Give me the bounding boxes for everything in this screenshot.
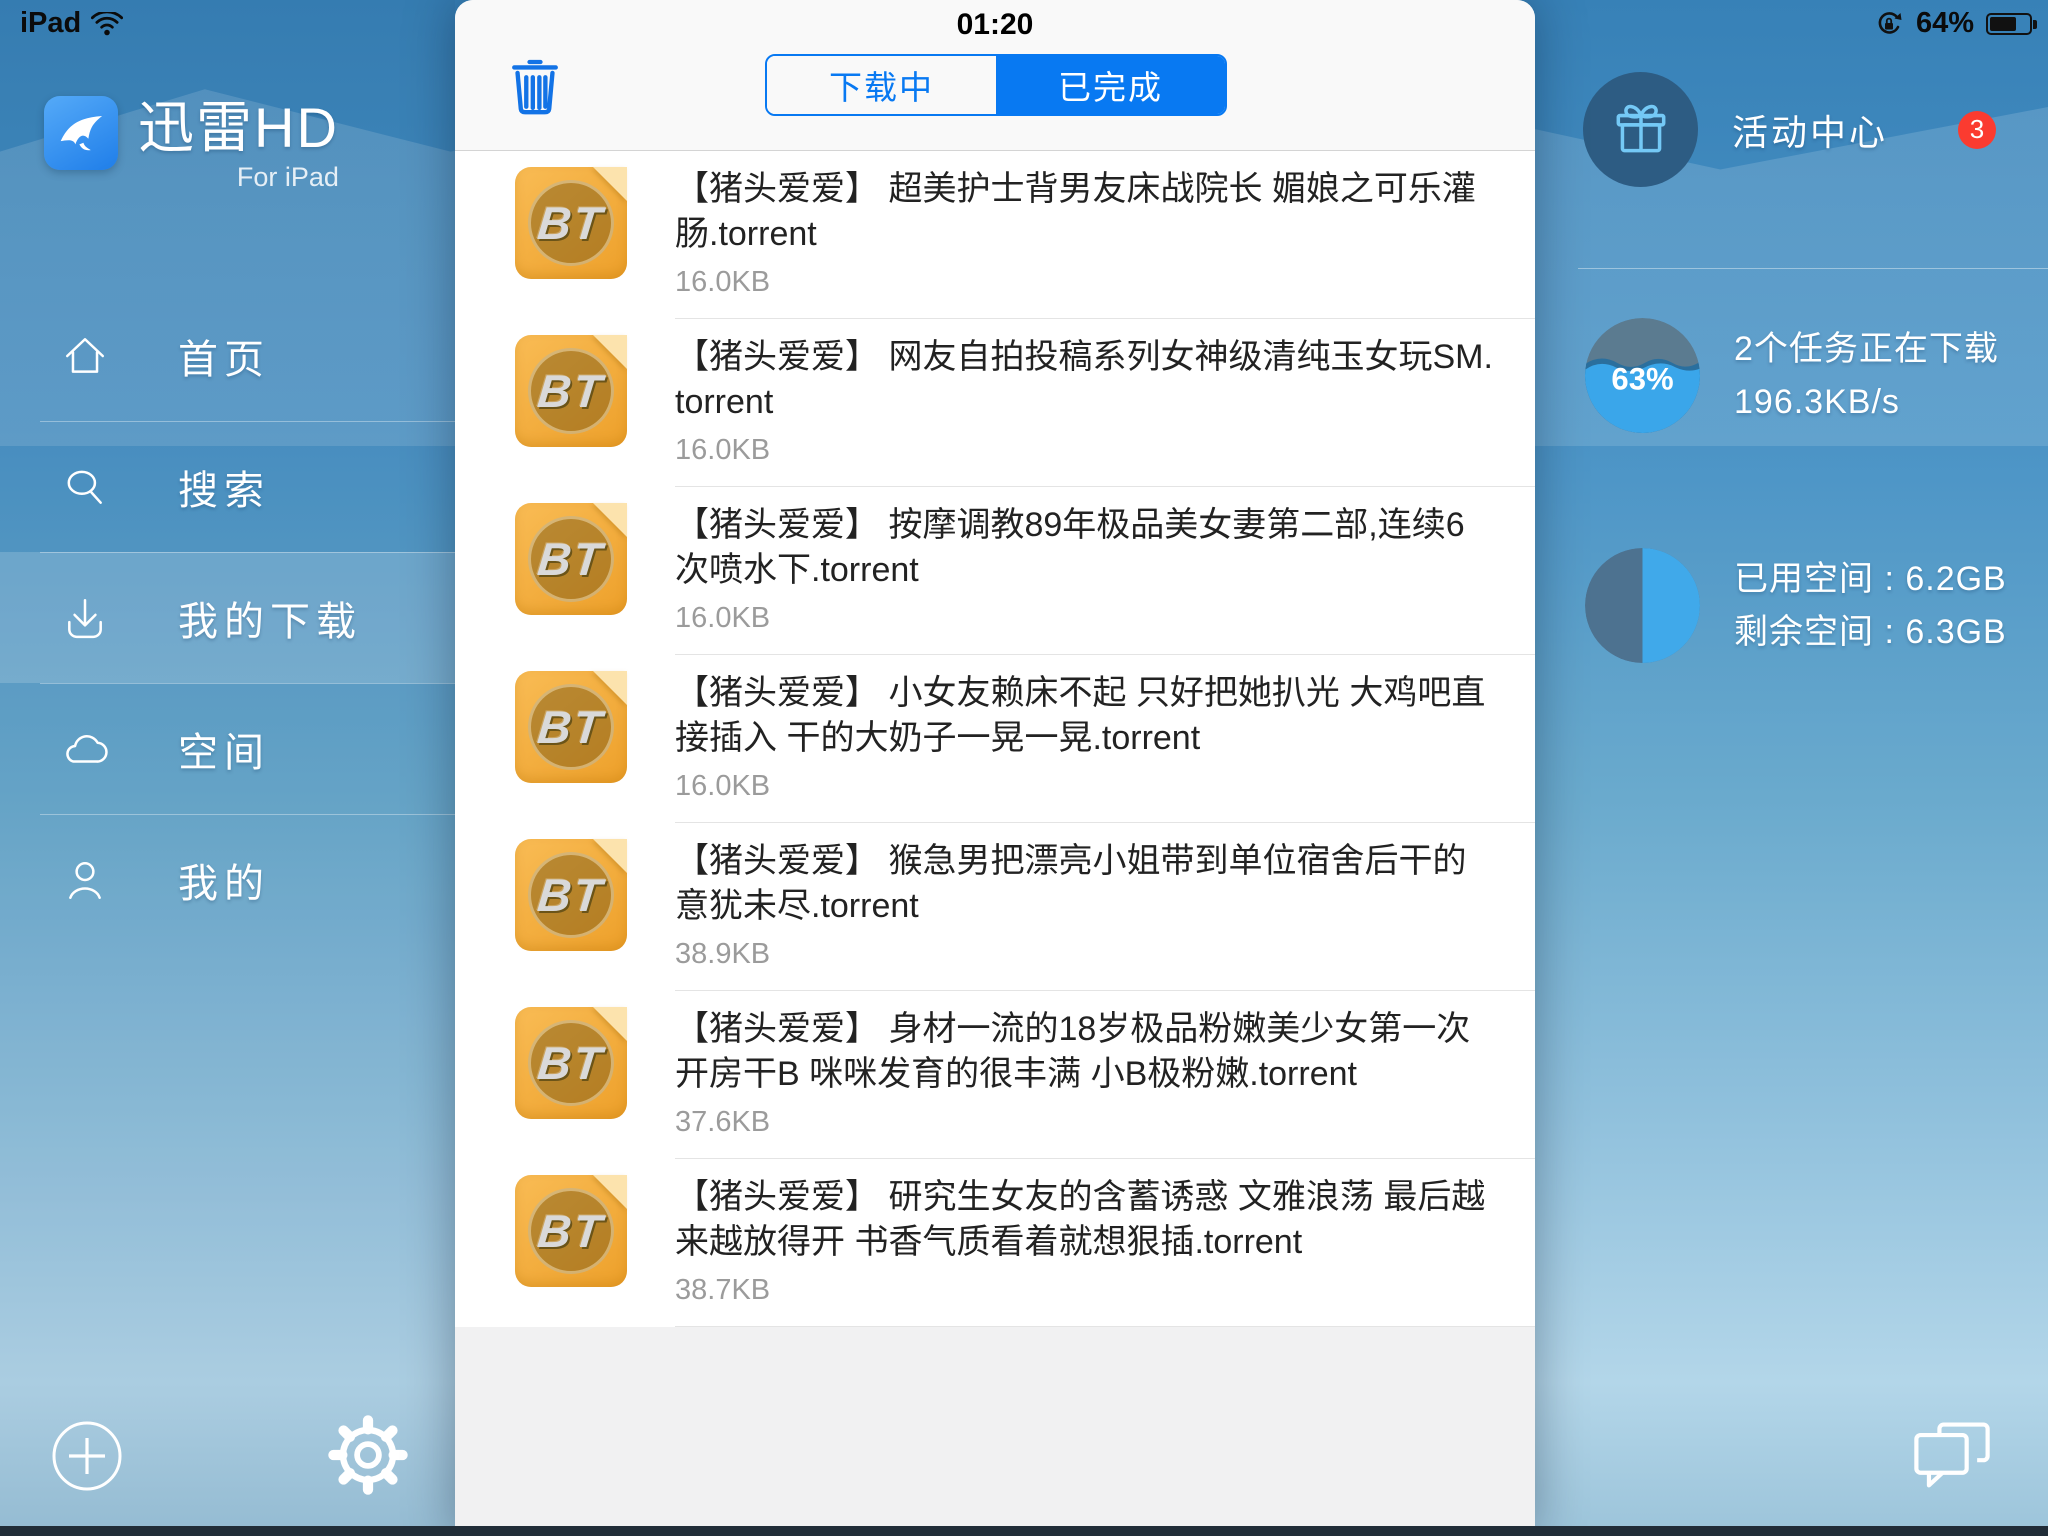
sidebar-item-space[interactable]: 空间 <box>0 683 455 814</box>
sidebar-item-home[interactable]: 首页 <box>0 290 455 421</box>
right-panel-divider <box>1578 268 2048 269</box>
storage-free-label: 剩余空间 : 6.3GB <box>1734 606 2007 659</box>
download-item[interactable]: BT 【猪头爱爱】 网友自拍投稿系列女神级清纯玉女玩SM.torrent 16.… <box>455 319 1535 487</box>
torrent-file-icon: BT <box>515 671 627 783</box>
chat-bubbles-icon[interactable] <box>1908 1418 1996 1494</box>
torrent-title: 【猪头爱爱】 网友自拍投稿系列女神级清纯玉女玩SM.torrent <box>675 335 1495 425</box>
right-panel: 活动中心 3 63% 2个任务正在下载 196.3KB/s 已用空间 : 6.2… <box>1535 0 2048 1536</box>
cloud-icon <box>62 726 108 772</box>
sidebar-item-search[interactable]: 搜索 <box>0 421 455 552</box>
activity-badge: 3 <box>1958 111 1996 149</box>
trash-icon[interactable] <box>511 56 559 116</box>
torrent-file-icon: BT <box>515 1175 627 1287</box>
battery-percent: 64% <box>1916 7 1974 40</box>
sidebar-item-my-downloads[interactable]: 我的下载 <box>0 552 455 683</box>
screen-bottom-strip <box>0 1526 2048 1536</box>
torrent-title: 【猪头爱爱】 超美护士背男友床战院长 媚娘之可乐灌肠.torrent <box>675 167 1495 257</box>
torrent-size: 38.9KB <box>675 938 1495 971</box>
torrent-file-icon: BT <box>515 335 627 447</box>
svg-text:63%: 63% <box>1611 361 1673 396</box>
torrent-size: 16.0KB <box>675 770 1495 803</box>
torrent-size: 38.7KB <box>675 1274 1495 1307</box>
download-item[interactable]: BT 【猪头爱爱】 超美护士背男友床战院长 媚娘之可乐灌肠.torrent 16… <box>455 151 1535 319</box>
device-label: iPad <box>20 7 81 40</box>
download-item[interactable]: BT 【猪头爱爱】 按摩调教89年极品美女妻第二部,连续6次喷水下.torren… <box>455 487 1535 655</box>
settings-gear-button[interactable] <box>327 1414 409 1496</box>
home-icon <box>62 333 108 379</box>
sidebar-item-me[interactable]: 我的 <box>0 814 455 945</box>
torrent-file-icon: BT <box>515 839 627 951</box>
gift-icon <box>1583 72 1698 187</box>
add-task-button[interactable] <box>51 1420 123 1492</box>
storage-status: 已用空间 : 6.2GB 剩余空间 : 6.3GB <box>1585 548 2007 663</box>
torrent-title: 【猪头爱爱】 猴急男把漂亮小姐带到单位宿舍后干的意犹未尽.torrent <box>675 839 1495 929</box>
torrent-size: 16.0KB <box>675 434 1495 467</box>
rotation-lock-icon <box>1874 9 1904 39</box>
torrent-title: 【猪头爱爱】 身材一流的18岁极品粉嫩美少女第一次开房干B 咪咪发育的很丰满 小… <box>675 1007 1495 1097</box>
app-logo: 迅雷HD For iPad <box>44 96 339 193</box>
download-item[interactable]: BT 【猪头爱爱】 身材一流的18岁极品粉嫩美少女第一次开房干B 咪咪发育的很丰… <box>455 991 1535 1159</box>
downloads-panel: 01:20 下载中 已完成 BT 【猪头爱爱】 超美护士背男友床战院长 媚娘之可… <box>455 0 1535 1536</box>
storage-pie-icon <box>1585 548 1700 663</box>
torrent-file-icon: BT <box>515 1007 627 1119</box>
download-icon <box>62 595 108 641</box>
download-list: BT 【猪头爱爱】 超美护士背男友床战院长 媚娘之可乐灌肠.torrent 16… <box>455 151 1535 1327</box>
download-item[interactable]: BT 【猪头爱爱】 猴急男把漂亮小姐带到单位宿舍后干的意犹未尽.torrent … <box>455 823 1535 991</box>
battery-icon <box>1986 13 2032 35</box>
activity-center[interactable]: 活动中心 3 <box>1583 72 2028 187</box>
active-tasks-status[interactable]: 63% 2个任务正在下载 196.3KB/s <box>1585 318 1999 433</box>
wifi-icon <box>91 12 123 36</box>
torrent-title: 【猪头爱爱】 按摩调教89年极品美女妻第二部,连续6次喷水下.torrent <box>675 503 1495 593</box>
user-icon <box>62 857 108 903</box>
activity-center-label: 活动中心 <box>1732 104 1888 156</box>
tab-downloading[interactable]: 下载中 <box>767 56 996 114</box>
download-item[interactable]: BT 【猪头爱爱】 小女友赖床不起 只好把她扒光 大鸡吧直接插入 干的大奶子一晃… <box>455 655 1535 823</box>
search-icon <box>62 464 108 510</box>
bird-logo-icon <box>44 96 118 170</box>
torrent-size: 16.0KB <box>675 266 1495 299</box>
progress-wave-icon: 63% <box>1585 318 1700 433</box>
tab-completed[interactable]: 已完成 <box>996 56 1225 114</box>
sidebar-menu: 首页 搜索 我的下载 空间 我的 <box>0 290 455 945</box>
torrent-file-icon: BT <box>515 167 627 279</box>
torrent-size: 16.0KB <box>675 602 1495 635</box>
tab-bar: 下载中 已完成 <box>765 54 1227 116</box>
torrent-title: 【猪头爱爱】 小女友赖床不起 只好把她扒光 大鸡吧直接插入 干的大奶子一晃一晃.… <box>675 671 1495 761</box>
download-item[interactable]: BT 【猪头爱爱】 研究生女友的含蓄诱惑 文雅浪荡 最后越来越放得开 书香气质看… <box>455 1159 1535 1327</box>
torrent-file-icon: BT <box>515 503 627 615</box>
torrent-title: 【猪头爱爱】 研究生女友的含蓄诱惑 文雅浪荡 最后越来越放得开 书香气质看着就想… <box>675 1175 1495 1265</box>
storage-used-label: 已用空间 : 6.2GB <box>1734 553 2007 606</box>
tasks-count-label: 2个任务正在下载 <box>1734 323 1999 376</box>
app-title: 迅雷HD <box>138 96 339 160</box>
torrent-size: 37.6KB <box>675 1106 1495 1139</box>
sidebar: 迅雷HD For iPad 首页 搜索 我的下载 空间 <box>0 0 455 1536</box>
app-subtitle: For iPad <box>138 162 339 193</box>
tasks-speed-label: 196.3KB/s <box>1734 376 1999 429</box>
status-bar: iPad 64% <box>0 0 2048 44</box>
